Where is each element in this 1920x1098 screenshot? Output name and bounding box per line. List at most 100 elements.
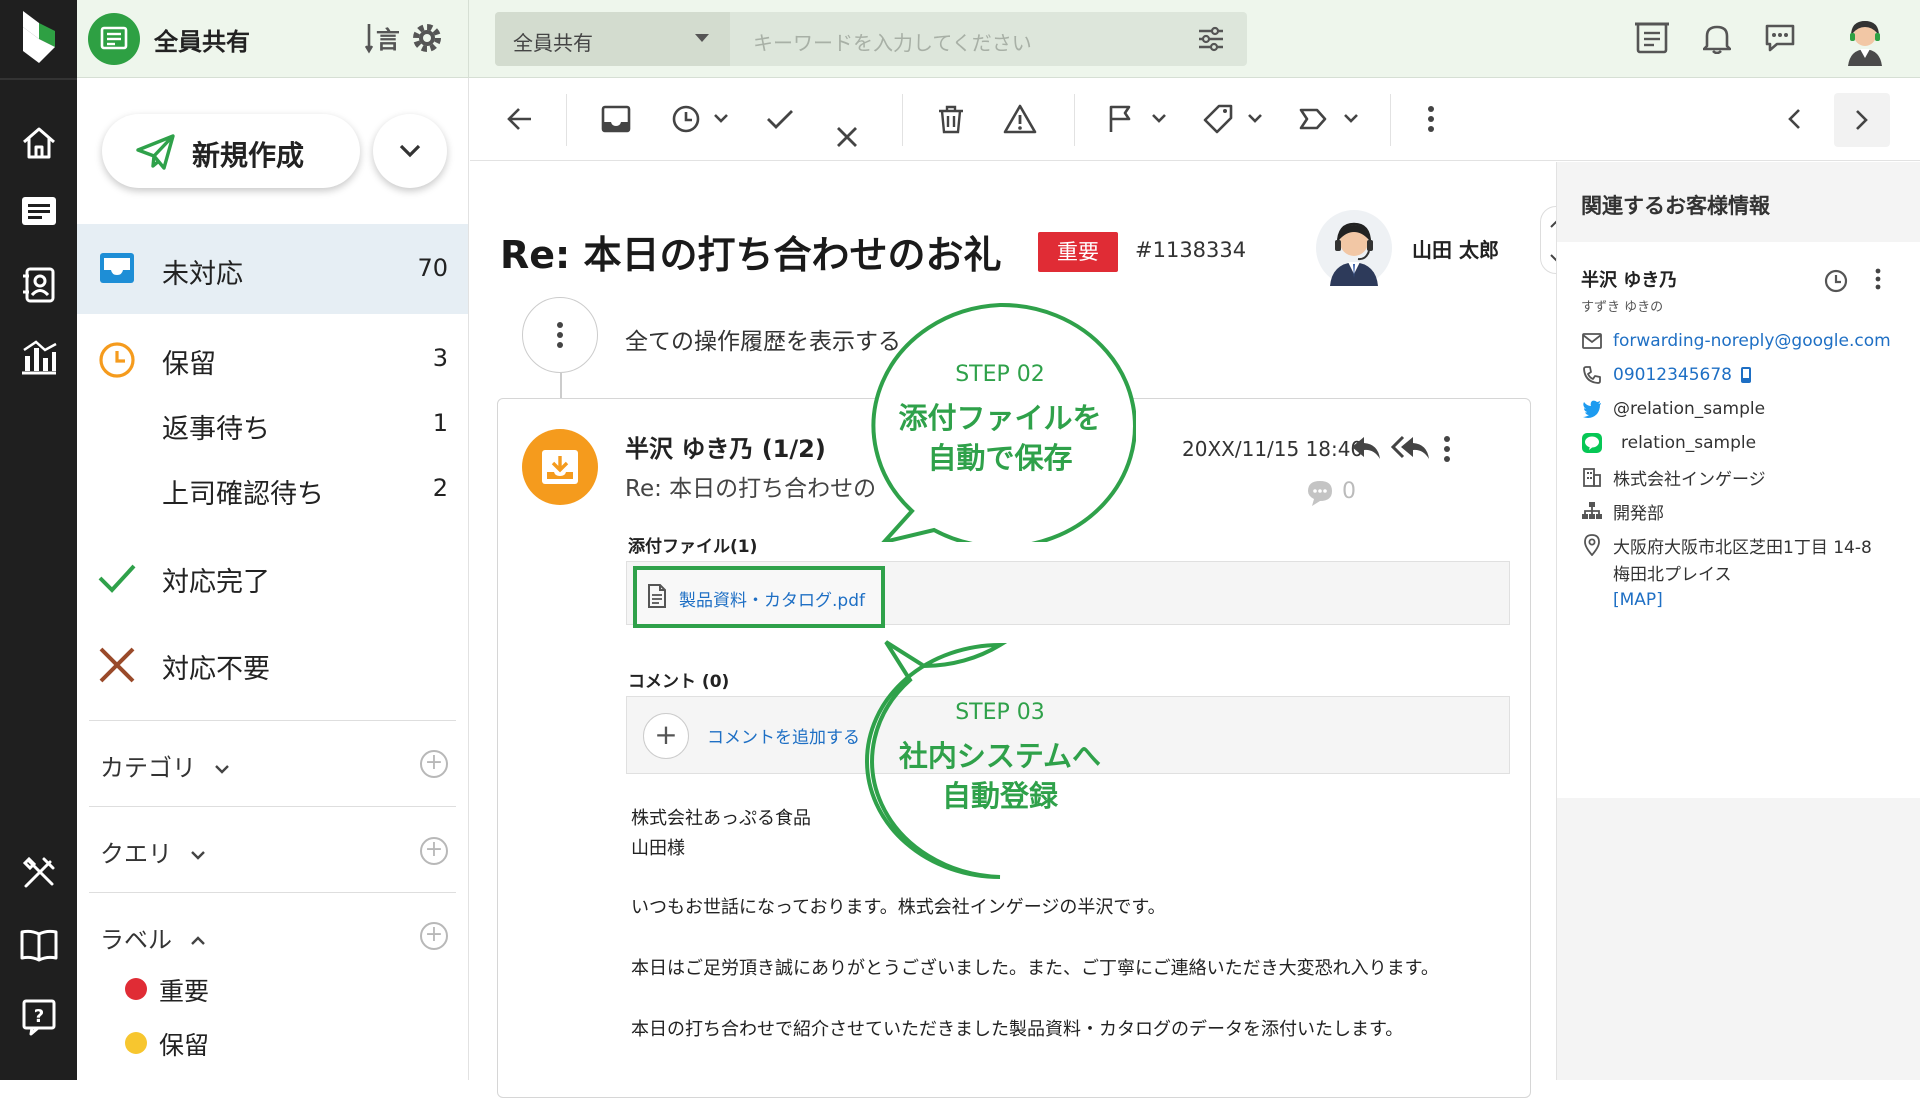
received-mail-icon <box>522 429 598 505</box>
section-label: カテゴリ <box>100 754 196 782</box>
show-history-link[interactable]: 全ての操作履歴を表示する <box>625 322 901 356</box>
ticket-number: #1138334 <box>1135 238 1247 262</box>
announcement-icon[interactable] <box>1635 20 1669 56</box>
chevron-left-icon[interactable] <box>1774 99 1814 139</box>
important-tag[interactable]: 重要 <box>1038 232 1118 272</box>
complete-check-icon[interactable] <box>760 99 800 139</box>
snooze-clock-icon[interactable] <box>668 99 738 139</box>
more-vertical-icon[interactable] <box>1416 99 1446 139</box>
message-body-line: 株式会社あっぷる食品 <box>631 808 811 829</box>
attachment-item[interactable]: 製品資料・カタログ.pdf <box>633 566 885 628</box>
flag-icon[interactable] <box>1104 99 1174 139</box>
add-comment-link[interactable]: コメントを追加する <box>707 723 860 748</box>
history-clock-icon[interactable] <box>1823 268 1849 294</box>
chevron-down-icon <box>214 765 229 774</box>
customer-line-id[interactable]: relation_sample <box>1621 433 1756 453</box>
sidebar-item-count: 2 <box>432 474 448 502</box>
add-comment-button[interactable]: + <box>643 713 689 759</box>
manual-book-icon[interactable] <box>12 918 65 971</box>
search-scope-select[interactable]: 全員共有 <box>495 12 730 66</box>
sidebar-item-awaiting-reply[interactable]: 返事待ち 1 <box>77 389 468 459</box>
customer-address-row: 大阪府大阪市北区芝田1丁目 14-8 <box>1581 532 1872 558</box>
customer-address-line2: 梅田北プレイス <box>1613 565 1732 585</box>
not-needed-x-icon[interactable] <box>827 117 867 157</box>
tools-icon[interactable] <box>12 846 65 899</box>
customer-phone-row: 09012345678 <box>1581 362 1752 388</box>
compose-more-button[interactable] <box>373 114 447 188</box>
customer-twitter-row: @relation_sample <box>1581 396 1765 422</box>
sidebar-item-unhandled[interactable]: 未対応 70 <box>77 224 468 314</box>
sidebar-item-not-needed[interactable]: 対応不要 <box>77 629 468 699</box>
label-icon[interactable] <box>1296 99 1366 139</box>
settings-gear-icon[interactable] <box>411 22 443 54</box>
chevron-down-icon <box>399 144 421 158</box>
add-category-button[interactable]: + <box>420 750 448 778</box>
space-title[interactable]: 全員共有 <box>154 22 250 57</box>
chat-icon[interactable] <box>1763 22 1797 54</box>
add-query-button[interactable]: + <box>420 837 448 865</box>
inbox-icon[interactable] <box>12 186 65 239</box>
sidebar-item-on-hold[interactable]: 保留 3 <box>77 324 468 394</box>
customer-phone-link[interactable]: 09012345678 <box>1613 365 1732 385</box>
map-link[interactable]: [MAP] <box>1613 590 1663 610</box>
sidebar-item-label: 未対応 <box>162 259 243 290</box>
sidebar-item-label: 保留 <box>162 349 216 380</box>
building-icon <box>1581 466 1603 488</box>
back-arrow-icon[interactable] <box>500 99 540 139</box>
reply-icon[interactable] <box>1350 435 1382 461</box>
reply-all-icon[interactable] <box>1391 435 1431 461</box>
callout-line: 自動登録 <box>941 779 1058 813</box>
compose-label: 新規作成 <box>192 139 305 172</box>
add-label-button[interactable]: + <box>420 922 448 950</box>
top-bar: 全員共有 言 全員共有 キーワードを入力してください <box>77 0 1920 78</box>
chevron-right-icon[interactable] <box>1834 93 1890 147</box>
send-plane-icon <box>136 134 175 170</box>
user-avatar[interactable] <box>1838 12 1892 66</box>
search-input[interactable]: キーワードを入力してください <box>753 27 1032 56</box>
sort-icon[interactable]: 言 <box>365 20 399 56</box>
trash-icon[interactable] <box>931 99 971 139</box>
search-filter-icon[interactable] <box>1197 26 1225 52</box>
sidebar-item-completed[interactable]: 対応完了 <box>77 542 468 612</box>
sidebar-item-count: 1 <box>432 409 448 437</box>
sidebar-item-manager-check[interactable]: 上司確認待ち 2 <box>77 454 468 524</box>
customer-name: 半沢 ゆき乃 <box>1581 270 1678 291</box>
callout-step-label: STEP 03 <box>955 700 1045 725</box>
help-icon[interactable]: ? <box>12 990 65 1043</box>
message-more-icon[interactable] <box>1443 435 1451 463</box>
divider <box>89 892 456 893</box>
tag-icon[interactable] <box>1200 99 1270 139</box>
svg-text:言: 言 <box>376 26 399 54</box>
assignee-avatar[interactable] <box>1316 210 1392 286</box>
app-rail: ? <box>0 0 77 1080</box>
notification-bell-icon[interactable] <box>1703 22 1731 54</box>
address-book-icon[interactable] <box>12 258 65 311</box>
spam-warning-icon[interactable] <box>1000 99 1040 139</box>
label-item-important[interactable]: 重要 <box>159 972 209 1008</box>
shared-space-icon[interactable] <box>88 13 140 65</box>
mail-icon <box>1581 330 1603 352</box>
customer-kana: すずき ゆきの <box>1581 300 1664 315</box>
history-more-button[interactable] <box>522 297 598 373</box>
inbox-move-icon[interactable] <box>596 99 636 139</box>
customer-more-icon[interactable] <box>1875 268 1881 290</box>
customer-email-link[interactable]: forwarding-noreply@google.com <box>1613 331 1891 351</box>
search-bar: 全員共有 キーワードを入力してください <box>495 12 1247 66</box>
section-query[interactable]: クエリ <box>100 834 206 869</box>
label-item-on-hold[interactable]: 保留 <box>159 1026 209 1062</box>
callout-line: 自動で保存 <box>927 441 1073 475</box>
customer-twitter[interactable]: @relation_sample <box>1613 399 1765 419</box>
home-icon[interactable] <box>12 116 65 169</box>
section-label-list[interactable]: ラベル <box>100 920 206 955</box>
ticket-toolbar <box>470 79 1920 161</box>
analytics-icon[interactable] <box>12 330 65 383</box>
section-category[interactable]: カテゴリ <box>100 748 230 783</box>
chevron-up-icon <box>190 936 205 945</box>
dropdown-caret-icon <box>695 34 709 42</box>
compose-button[interactable]: 新規作成 <box>102 114 360 188</box>
customer-info-panel: 関連するお客様情報 半沢 ゆき乃 すずき ゆきの forwarding-nore… <box>1556 162 1920 1080</box>
message-comment-count: 0 <box>1342 479 1356 504</box>
timeline-connector <box>560 373 562 398</box>
divider <box>566 94 567 146</box>
callout-line: 添付ファイルを <box>898 401 1102 435</box>
